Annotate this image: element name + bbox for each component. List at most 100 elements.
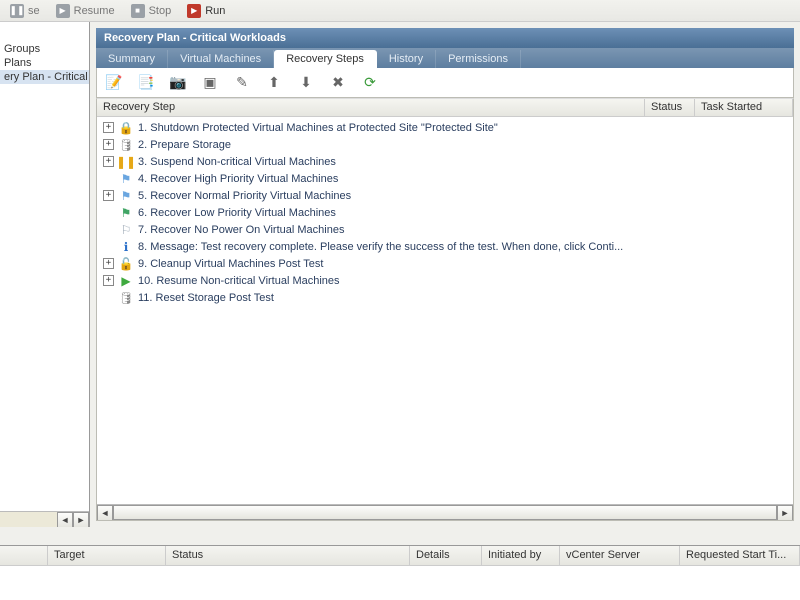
step-label: 8. Message: Test recovery complete. Plea…: [138, 241, 623, 253]
col-details[interactable]: Details: [410, 546, 482, 565]
expand-toggle[interactable]: +: [103, 139, 114, 150]
edit-plan-icon[interactable]: 📝: [103, 72, 125, 94]
page-title-text: Recovery Plan - Critical Workloads: [104, 32, 286, 44]
col-recovery-step[interactable]: Recovery Step: [97, 99, 645, 116]
move-down-icon[interactable]: ⬇: [295, 72, 317, 94]
cleanup-icon: 🔓: [118, 256, 134, 272]
expand-toggle: +: [103, 292, 114, 303]
step-row[interactable]: + ⚑ 5. Recover Normal Priority Virtual Mac…: [97, 187, 793, 204]
step-label: 1. Shutdown Protected Virtual Machines a…: [138, 122, 498, 134]
step-label: 6. Recover Low Priority Virtual Machines: [138, 207, 336, 219]
scroll-right-icon[interactable]: ►: [777, 505, 793, 521]
steps-tree[interactable]: + 🔒 1. Shutdown Protected Virtual Machines…: [97, 117, 793, 504]
action-toolbar: 📝 📑 📷 ▣ ✎ ⬆ ⬇ ✖ ⟳: [96, 68, 794, 98]
col-status[interactable]: Status: [645, 99, 695, 116]
delete-step-icon[interactable]: ✖: [327, 72, 349, 94]
expand-toggle[interactable]: +: [103, 122, 114, 133]
step-label: 7. Recover No Power On Virtual Machines: [138, 224, 344, 236]
col-status[interactable]: Status: [166, 546, 410, 565]
nav-item-plans[interactable]: Plans: [0, 56, 89, 70]
scroll-left-icon[interactable]: ◄: [97, 505, 113, 521]
flag-icon: ⚑: [118, 205, 134, 221]
step-row[interactable]: + ❚❚ 3. Suspend Non-critical Virtual Machi…: [97, 153, 793, 170]
storage-icon: 🛢: [118, 290, 134, 306]
step-row[interactable]: + 🛢 2. Prepare Storage: [97, 136, 793, 153]
tasks-grid: Target Status Details Initiated by vCent…: [0, 545, 800, 600]
stop-icon: ■: [131, 4, 145, 18]
move-up-icon[interactable]: ⬆: [263, 72, 285, 94]
play-icon: ▶: [56, 4, 70, 18]
main-toolbar: ❚❚ se ▶ Resume ■ Stop ▶ Run: [0, 0, 800, 22]
expand-toggle[interactable]: +: [103, 156, 114, 167]
camera-icon[interactable]: 📷: [167, 72, 189, 94]
step-row[interactable]: + 🔓 9. Cleanup Virtual Machines Post Test: [97, 255, 793, 272]
step-row[interactable]: +⚑4. Recover High Priority Virtual Machi…: [97, 170, 793, 187]
stop-button[interactable]: ■ Stop: [125, 3, 178, 19]
step-row[interactable]: + ⚑ 6. Recover Low Priority Virtual Machin…: [97, 204, 793, 221]
stop-label: Stop: [149, 5, 172, 17]
resume-icon: ▶: [118, 273, 134, 289]
edit-step-icon[interactable]: ✎: [231, 72, 253, 94]
tab-bar: Summary Virtual Machines Recovery Steps …: [96, 48, 794, 68]
step-label: 3. Suspend Non-critical Virtual Machines: [138, 156, 336, 168]
nav-item-groups[interactable]: Groups: [0, 42, 89, 56]
shutdown-icon: 🔒: [118, 120, 134, 136]
page-title: Recovery Plan - Critical Workloads: [96, 28, 794, 48]
nav-item-recovery-plan[interactable]: ery Plan - Critical V: [0, 70, 89, 84]
run-button[interactable]: ▶ Run: [181, 3, 231, 19]
step-row[interactable]: + ▶ 10. Resume Non-critical Virtual Machin…: [97, 272, 793, 289]
step-label: 5. Recover Normal Priority Virtual Machi…: [138, 190, 351, 202]
run-icon: ▶: [187, 4, 201, 18]
grid-hscroll[interactable]: ◄ ►: [97, 504, 793, 520]
suspend-icon: ❚❚: [118, 154, 134, 170]
flag-outline-icon: ⚐: [118, 222, 134, 238]
step-row[interactable]: + ℹ 8. Message: Test recovery complete. Pl…: [97, 238, 793, 255]
main-split: Groups Plans ery Plan - Critical V ◄ ► R…: [0, 22, 800, 527]
expand-toggle: +: [103, 207, 114, 218]
tab-history[interactable]: History: [377, 50, 436, 68]
col-blank[interactable]: [0, 546, 48, 565]
refresh-icon[interactable]: ⟳: [359, 72, 381, 94]
col-task-started[interactable]: Task Started: [695, 99, 793, 116]
pause-icon: ❚❚: [10, 4, 24, 18]
step-label: 4. Recover High Priority Virtual Machine…: [138, 173, 338, 185]
nav-hscroll[interactable]: ◄ ►: [0, 511, 89, 527]
col-initiated-by[interactable]: Initiated by: [482, 546, 560, 565]
tab-summary[interactable]: Summary: [96, 50, 168, 68]
step-row[interactable]: + 🔒 1. Shutdown Protected Virtual Machines…: [97, 119, 793, 136]
step-label: 9. Cleanup Virtual Machines Post Test: [138, 258, 323, 270]
col-requested-start[interactable]: Requested Start Ti...: [680, 546, 800, 565]
step-label: 2. Prepare Storage: [138, 139, 231, 151]
expand-toggle[interactable]: +: [103, 190, 114, 201]
tasks-grid-header: Target Status Details Initiated by vCent…: [0, 546, 800, 566]
scroll-right-icon[interactable]: ►: [73, 512, 89, 527]
expand-toggle[interactable]: +: [103, 275, 114, 286]
col-vcenter-server[interactable]: vCenter Server: [560, 546, 680, 565]
step-label: 11. Reset Storage Post Test: [138, 292, 274, 304]
step-row[interactable]: + 🛢 11. Reset Storage Post Test: [97, 289, 793, 306]
tab-virtual-machines[interactable]: Virtual Machines: [168, 50, 274, 68]
step-row[interactable]: + ⚐ 7. Recover No Power On Virtual Machine…: [97, 221, 793, 238]
storage-icon: 🛢: [118, 137, 134, 153]
run-label: Run: [205, 5, 225, 17]
expand-toggle[interactable]: +: [103, 258, 114, 269]
resume-button[interactable]: ▶ Resume: [50, 3, 121, 19]
content-pane: Recovery Plan - Critical Workloads Summa…: [90, 22, 800, 527]
add-step-icon[interactable]: ▣: [199, 72, 221, 94]
scroll-left-icon[interactable]: ◄: [57, 512, 73, 527]
info-icon: ℹ: [118, 239, 134, 255]
export-steps-icon[interactable]: 📑: [135, 72, 157, 94]
tab-permissions[interactable]: Permissions: [436, 50, 521, 68]
expand-toggle: +: [103, 224, 114, 235]
flag-icon: ⚑: [118, 188, 134, 204]
expand-toggle: +: [103, 173, 114, 184]
nav-tree: Groups Plans ery Plan - Critical V ◄ ►: [0, 22, 90, 527]
pause-label: se: [28, 5, 40, 17]
step-label: 10. Resume Non-critical Virtual Machines: [138, 275, 340, 287]
col-target[interactable]: Target: [48, 546, 166, 565]
pause-button[interactable]: ❚❚ se: [4, 3, 46, 19]
steps-grid-header: Recovery Step Status Task Started: [97, 99, 793, 117]
steps-grid: Recovery Step Status Task Started + 🔒 1. S…: [96, 98, 794, 521]
tab-recovery-steps[interactable]: Recovery Steps: [274, 50, 377, 68]
expand-toggle: +: [103, 241, 114, 252]
